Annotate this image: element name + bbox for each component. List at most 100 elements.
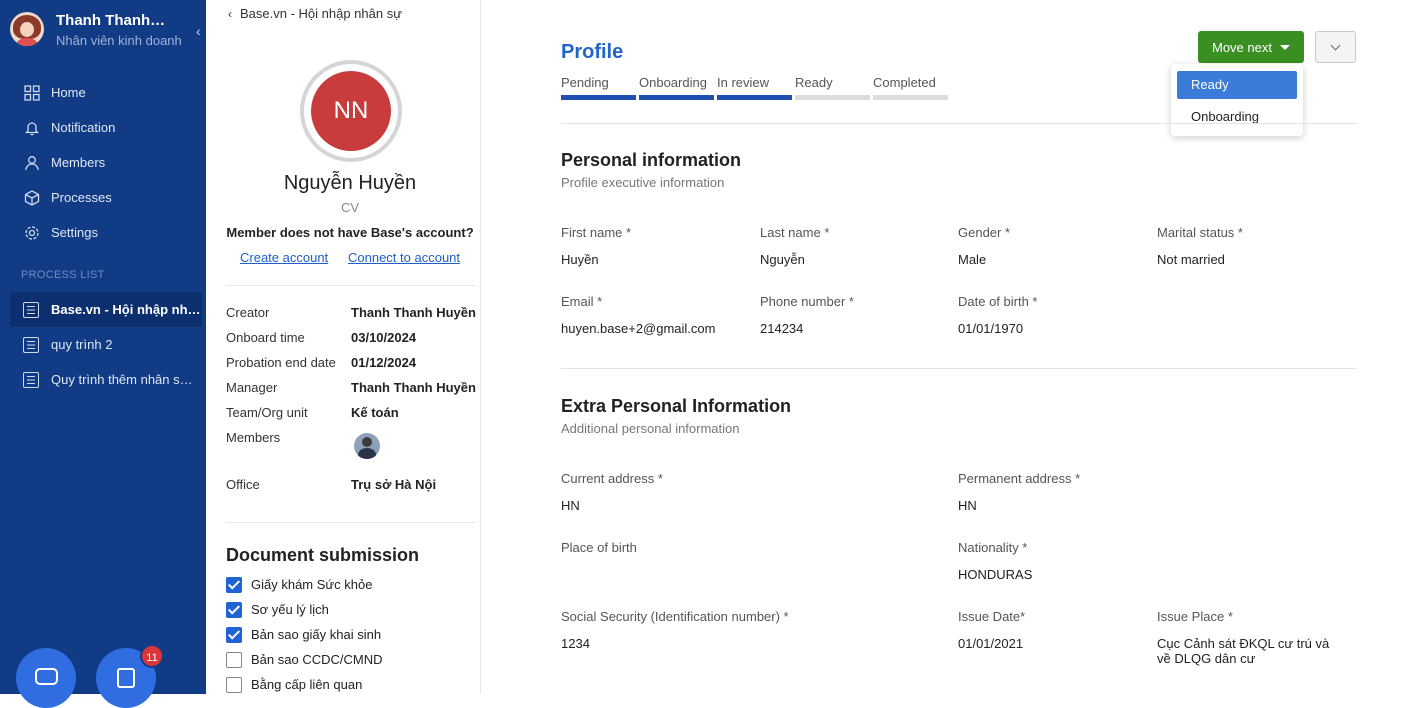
document-item[interactable]: Bằng cấp liên quan (226, 672, 382, 697)
user-profile[interactable]: Thanh Thanh Huyền Nhân viên kinh doanh ‹ (10, 10, 201, 50)
document-item[interactable]: Bản sao giấy khai sinh (226, 622, 382, 647)
back-label: Base.vn - Hội nhập nhân sự (240, 6, 402, 21)
step-pending: Pending (561, 75, 636, 100)
create-account-link[interactable]: Create account (240, 250, 328, 265)
info-key: Office (226, 477, 260, 492)
chat-icon (35, 668, 58, 685)
user-role: Nhân viên kinh doanh (56, 33, 182, 48)
document-label: Bằng cấp liên quan (251, 677, 363, 692)
document-list: Giấy khám Sức khỏe Sơ yếu lý lịch Bản sa… (226, 572, 382, 697)
process-item[interactable]: Base.vn - Hội nhập nhân sự (10, 292, 202, 327)
nav-notification[interactable]: Notification (0, 110, 206, 145)
profile-main: Profile Pending Onboarding In review Rea… (481, 0, 1422, 694)
connect-account-link[interactable]: Connect to account (348, 250, 460, 265)
field-value: 01/01/1970 (958, 321, 1024, 336)
grid-icon (24, 84, 40, 101)
field-label: Phone number * (760, 294, 854, 309)
more-options-button[interactable] (1315, 31, 1356, 63)
document-item[interactable]: Giấy khám Sức khỏe (226, 572, 382, 597)
checkbox-unchecked[interactable] (226, 676, 242, 693)
menu-item-ready[interactable]: Ready (1177, 71, 1297, 99)
step-label: Ready (795, 75, 833, 90)
field-label: Current address * (561, 471, 663, 486)
member-info: Creator Thanh Thanh Huyền Onboard time 03/… (226, 305, 476, 502)
info-key: Creator (226, 305, 270, 320)
member-photo-avatar[interactable] (354, 433, 380, 459)
field-label: Social Security (Identification number) … (561, 609, 789, 624)
field-value: 1234 (561, 636, 590, 651)
back-link[interactable]: ‹ Base.vn - Hội nhập nhân sự (228, 6, 402, 21)
nav-home[interactable]: Home (0, 75, 206, 110)
field-label: Place of birth (561, 540, 637, 555)
step-bar (873, 95, 948, 100)
process-item[interactable]: Quy trình thêm nhân sự mới (10, 362, 202, 397)
menu-item-onboarding[interactable]: Onboarding (1177, 103, 1297, 131)
checkbox-unchecked[interactable] (226, 651, 242, 668)
step-ready: Ready (795, 75, 870, 100)
step-bar (561, 95, 636, 100)
document-label: Giấy khám Sức khỏe (251, 577, 373, 592)
field-value: HN (561, 498, 580, 513)
field-label: Email * (561, 294, 603, 309)
move-next-button[interactable]: Move next (1198, 31, 1304, 63)
field-value: huyen.base+2@gmail.com (561, 321, 716, 336)
nav-label: Processes (51, 190, 112, 205)
extra-info-title: Extra Personal Information (561, 396, 792, 416)
step-completed: Completed (873, 75, 948, 100)
document-item[interactable]: Sơ yếu lý lịch (226, 597, 382, 622)
info-key: Members (226, 430, 281, 445)
info-value: 01/12/2024 (351, 355, 417, 370)
field-label: Issue Place * (1157, 609, 1233, 624)
member-title: CV (340, 200, 360, 215)
step-bar (639, 95, 714, 100)
document-item[interactable]: Bản sao CCDC/CMND (226, 647, 382, 672)
field-value: 01/01/2021 (958, 636, 1024, 651)
divider (226, 522, 475, 523)
info-value: Kế toán (351, 405, 399, 420)
field-label: Date of birth * (958, 294, 1038, 309)
nav-members[interactable]: Members (0, 145, 206, 180)
member-avatar: NN (300, 60, 402, 162)
nav-settings[interactable]: Settings (0, 215, 206, 250)
field-value: Nguyễn (760, 252, 805, 267)
move-next-menu: Ready Onboarding (1171, 64, 1303, 136)
nav-label: Notification (51, 120, 116, 135)
info-value: Trụ sở Hà Nội (351, 477, 437, 492)
nav-processes[interactable]: Processes (0, 180, 206, 215)
info-value: 03/10/2024 (351, 330, 417, 345)
step-bar (717, 95, 792, 100)
chat-button[interactable] (16, 648, 76, 708)
info-row: Office Trụ sở Hà Nội (226, 477, 476, 502)
main-nav: Home Notification Members Processes Sett… (0, 75, 206, 250)
field-value: Not married (1157, 252, 1225, 267)
checkbox-checked[interactable] (226, 626, 242, 643)
sidebar: Thanh Thanh Huyền Nhân viên kinh doanh ‹… (0, 0, 206, 708)
page-title: Profile (561, 41, 624, 63)
divider (561, 368, 1356, 369)
process-label: quy trình 2 (51, 337, 113, 352)
process-list-heading: PROCESS LIST (21, 269, 105, 281)
divider (561, 123, 1356, 124)
info-key: Probation end date (226, 355, 336, 370)
field-value: HN (958, 498, 977, 513)
field-value: 214234 (760, 321, 804, 336)
checkbox-checked[interactable] (226, 601, 242, 618)
member-detail-panel: ‹ Base.vn - Hội nhập nhân sự NN Nguyễn Hu… (206, 0, 481, 694)
personal-info-subtitle: Profile executive information (561, 175, 725, 190)
info-row: Team/Org unit Kế toán (226, 405, 476, 430)
checkbox-checked[interactable] (226, 576, 242, 593)
user-avatar (10, 12, 44, 46)
process-item[interactable]: quy trình 2 (10, 327, 202, 362)
step-in-review: In review (717, 75, 792, 100)
move-next-label: Move next (1212, 39, 1272, 55)
clipboard-check-icon (117, 668, 135, 688)
extra-info-subtitle: Additional personal information (561, 421, 740, 436)
nav-label: Settings (51, 225, 98, 240)
field-value: HONDURAS (958, 567, 1033, 582)
info-key: Onboard time (226, 330, 305, 345)
process-label: Quy trình thêm nhân sự mới (51, 372, 201, 387)
step-label: Completed (873, 75, 936, 90)
step-label: Onboarding (639, 75, 707, 90)
collapse-sidebar-icon[interactable]: ‹ (196, 23, 201, 39)
no-account-text: Member does not have Base's account? (226, 225, 474, 240)
